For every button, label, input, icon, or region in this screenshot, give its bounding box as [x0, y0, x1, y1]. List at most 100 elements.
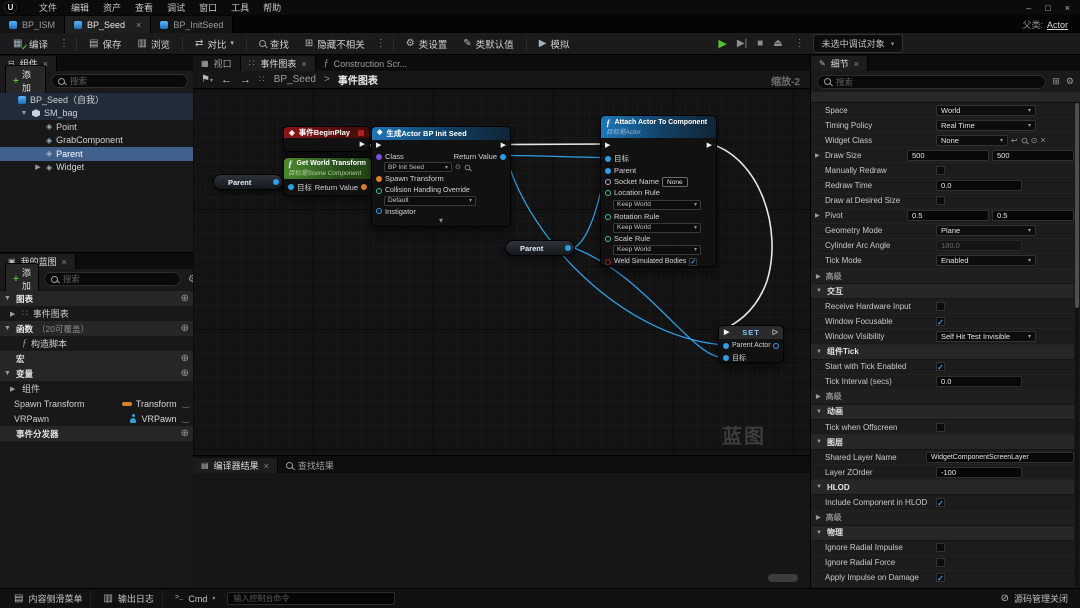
node-attach-actor-to-component[interactable]: ƒAttach Actor To Component 目标是Actor ▶▶ 目… [600, 115, 717, 267]
component-tree-row[interactable]: ◈GrabComponent [0, 134, 193, 148]
variable-row[interactable]: VRPawnVRPawn‿ [0, 411, 193, 426]
tab-compiler-results[interactable]: ▤ 编译器结果 × [193, 458, 278, 473]
node-get-world-transform[interactable]: ƒGet World Transform 目标是Scene Component … [283, 157, 372, 196]
asset-tab-bp-seed[interactable]: BP_Seed × [65, 16, 151, 33]
property-checkbox[interactable] [936, 302, 945, 311]
eject-button[interactable]: ⏏ [773, 38, 782, 49]
diff-button[interactable]: ⇄对比▾ [188, 35, 241, 53]
collision-dropdown[interactable]: Default▾ [384, 196, 476, 206]
use-selected-icon[interactable]: ⊙ [455, 163, 461, 171]
delegate-pin[interactable] [358, 130, 364, 136]
value-input[interactable]: 0.0 [936, 376, 1022, 387]
weld-pin[interactable] [605, 259, 611, 265]
details-section-动画[interactable]: ▼动画 [811, 405, 1074, 420]
details-search[interactable] [817, 75, 1046, 89]
property-checkbox[interactable]: ✓ [936, 498, 945, 507]
component-tree-row[interactable]: ▶◈Widget [0, 161, 193, 175]
property-dropdown[interactable]: Self Hit Test Invisible▾ [936, 331, 1036, 342]
class-pin[interactable] [376, 154, 382, 160]
bottom-panel-scrollbar[interactable] [768, 574, 798, 582]
location-rule-pin[interactable] [605, 190, 611, 196]
location-rule-dropdown[interactable]: Keep World▾ [613, 200, 701, 210]
minimize-button[interactable]: – [1026, 3, 1031, 13]
tab-construction-script[interactable]: ƒ Construction Scr... [316, 56, 416, 71]
exec-out-pin[interactable]: ▷ [773, 329, 778, 336]
close-icon[interactable]: × [301, 59, 306, 69]
content-drawer-button[interactable]: ▤内容侧滑菜单 [6, 590, 91, 607]
output-pin[interactable] [273, 179, 279, 185]
expander-icon[interactable]: ▶ [816, 273, 821, 280]
asset-tab-bp-ism[interactable]: BP_ISM [0, 16, 65, 33]
details-row[interactable]: Draw at Desired Size [811, 194, 1074, 209]
details-section-图层[interactable]: ▼图层 [811, 435, 1074, 450]
class-settings-button[interactable]: ⚙类设置 [399, 35, 454, 53]
compile-options-kebab-icon[interactable]: ⋮ [57, 38, 71, 49]
details-section-高级[interactable]: ▶高级 [811, 390, 1074, 405]
play-options-kebab-icon[interactable]: ⋮ [793, 38, 807, 49]
forward-arrow-icon[interactable]: → [240, 74, 251, 86]
exec-out-pin[interactable]: ▶ [501, 142, 506, 149]
expander-icon[interactable]: ▶ [816, 393, 821, 400]
details-scrollbar[interactable] [1075, 103, 1079, 586]
property-checkbox[interactable] [936, 196, 945, 205]
exec-in-pin[interactable]: ▶ [724, 329, 729, 336]
expander-icon[interactable]: ▼ [816, 530, 822, 536]
component-tree-row[interactable]: BP_Seed（自我） [0, 93, 193, 107]
rotation-rule-pin[interactable] [605, 214, 611, 220]
play-button[interactable]: ▶ [718, 37, 726, 50]
components-search-input[interactable] [70, 76, 181, 86]
eye-closed-icon[interactable]: ‿ [183, 414, 189, 423]
details-tab[interactable]: ✎ 细节 × [811, 56, 868, 71]
details-section-HLOD[interactable]: ▼HLOD [811, 480, 1074, 495]
value-input[interactable]: 500 [992, 150, 1074, 161]
browse-button[interactable]: ▥浏览 [130, 35, 176, 53]
details-row[interactable]: Window Focusable✓ [811, 314, 1074, 329]
close-icon[interactable]: × [264, 461, 269, 471]
frame-skip-button[interactable]: ▶| [737, 38, 747, 49]
details-row[interactable]: Tick ModeEnabled▾ [811, 254, 1074, 269]
parent-pin[interactable] [605, 168, 611, 174]
details-row[interactable]: Tick Interval (secs)0.0 [811, 375, 1074, 390]
property-checkbox[interactable] [936, 558, 945, 567]
expander-icon[interactable]: ▼ [4, 325, 12, 332]
stop-button[interactable]: ■ [757, 38, 763, 49]
socket-name-pin[interactable] [605, 179, 611, 185]
expander-icon[interactable]: ▶ [10, 310, 18, 318]
menu-item-debug[interactable]: 调试 [167, 1, 185, 14]
back-arrow-icon[interactable]: ← [221, 74, 232, 86]
details-row[interactable]: Start with Tick Enabled✓ [811, 360, 1074, 375]
value-input[interactable]: 0.5 [992, 210, 1074, 221]
property-checkbox[interactable]: ✓ [936, 573, 945, 582]
output-log-button[interactable]: ▥输出日志 [95, 590, 162, 607]
value-input[interactable]: 0.0 [936, 180, 1022, 191]
my-blueprint-section-图表[interactable]: ▼图表⊕ [0, 291, 193, 306]
node-event-beginplay[interactable]: ◈事件BeginPlay ▶ [283, 126, 370, 152]
details-row[interactable]: Window VisibilitySelf Hit Test Invisible… [811, 329, 1074, 344]
expander-icon[interactable]: ▼ [816, 288, 822, 294]
expander-icon[interactable]: ▼ [816, 484, 822, 490]
compile-button[interactable]: ▦✓ 编译 [6, 35, 55, 53]
menu-item-file[interactable]: 文件 [39, 1, 57, 14]
value-input[interactable]: WidgetComponentScreenLayer [926, 452, 1074, 463]
property-dropdown[interactable]: Enabled▾ [936, 255, 1036, 266]
scale-rule-dropdown[interactable]: Keep World▾ [613, 245, 701, 255]
value-input[interactable]: 500 [907, 150, 989, 161]
expander-icon[interactable]: ▶ [10, 385, 18, 393]
my-blueprint-section-函数[interactable]: ▼函数（20可覆盖）⊕ [0, 321, 193, 336]
hide-unrelated-button[interactable]: ⊞隐藏不相关 [298, 35, 372, 53]
graph-canvas[interactable]: ◈事件BeginPlay ▶ ƒGet World Transform 目标是S… [193, 89, 810, 455]
my-blueprint-section-变量[interactable]: ▼变量⊕ [0, 366, 193, 381]
property-checkbox[interactable] [936, 543, 945, 552]
target-pin[interactable] [723, 355, 729, 361]
property-dropdown[interactable]: None▾ [936, 135, 1008, 146]
pick-icon[interactable]: ⊙ [1031, 136, 1038, 145]
value-input[interactable]: 0.5 [907, 210, 989, 221]
target-pin[interactable] [605, 156, 611, 162]
details-row[interactable]: Timing PolicyReal Time▾ [811, 118, 1074, 133]
node-parent-getter[interactable]: Parent [213, 174, 283, 190]
property-matrix-icon[interactable]: ⊞ [1052, 76, 1060, 87]
component-tree-row[interactable]: ◈Point [0, 120, 193, 134]
component-tree-row[interactable]: ▼SM_bag [0, 107, 193, 121]
output-pin[interactable] [565, 245, 571, 251]
menu-item-help[interactable]: 帮助 [263, 1, 281, 14]
